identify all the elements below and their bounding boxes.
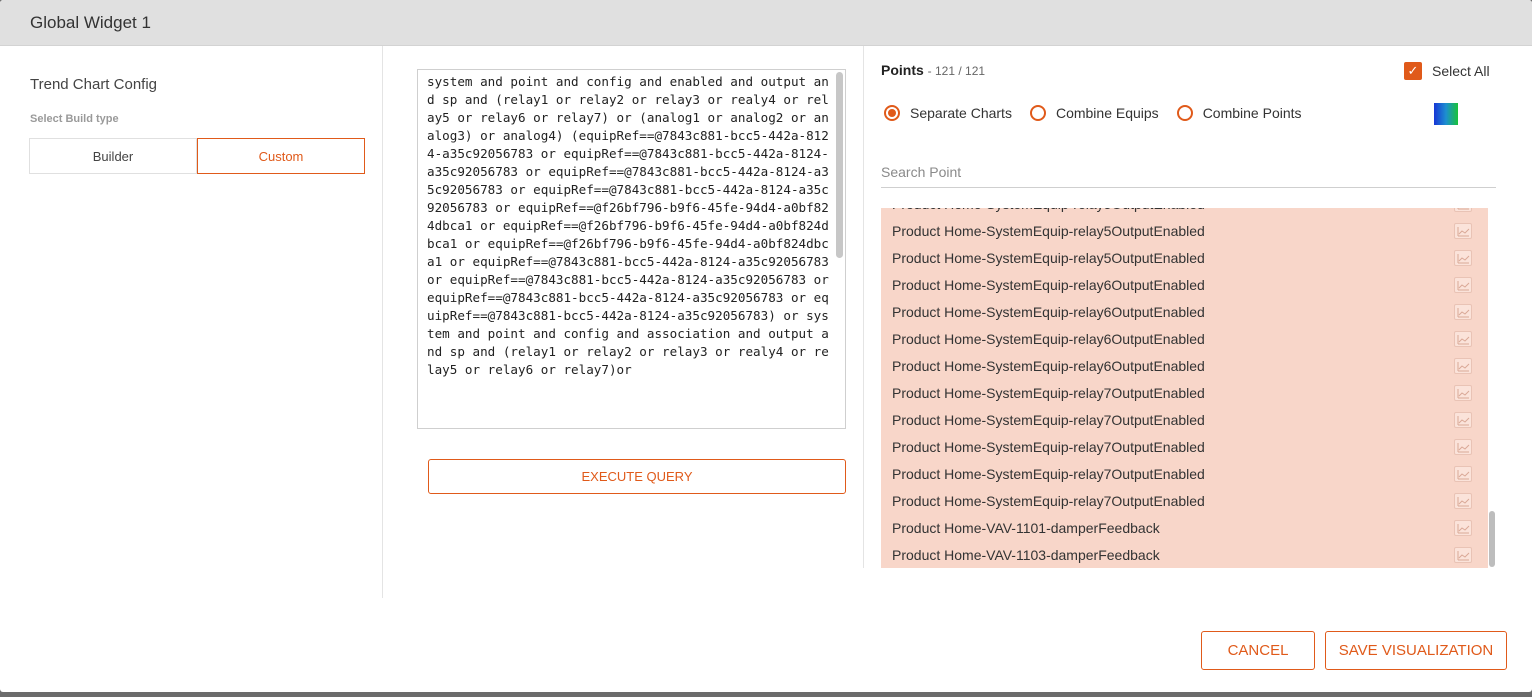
point-list-item[interactable]: Product Home-SystemEquip-relay6OutputEna… [881, 352, 1488, 379]
radio-label: Combine Equips [1055, 105, 1159, 121]
point-list-item[interactable]: Product Home-SystemEquip-relay7OutputEna… [881, 433, 1488, 460]
select-all-label: Select All [1432, 63, 1490, 79]
trend-chart-icon[interactable] [1454, 439, 1472, 455]
points-list: Product Home-SystemEquip-relay5OutputEna… [881, 208, 1488, 568]
trend-chart-icon[interactable] [1454, 277, 1472, 293]
radio-selected-icon [884, 105, 900, 121]
query-scrollbar[interactable] [836, 72, 843, 258]
point-label: Product Home-SystemEquip-relay6OutputEna… [892, 330, 1205, 347]
point-list-item[interactable]: Product Home-SystemEquip-relay6OutputEna… [881, 298, 1488, 325]
custom-button[interactable]: Custom [197, 138, 365, 174]
trend-chart-icon[interactable] [1454, 331, 1472, 347]
scrollbar-thumb[interactable] [1489, 511, 1495, 567]
radio-separate-charts[interactable]: Separate Charts [884, 105, 1012, 121]
save-visualization-button[interactable]: SAVE VISUALIZATION [1325, 631, 1507, 670]
builder-button[interactable]: Builder [29, 138, 197, 174]
point-list-item[interactable]: Product Home-SystemEquip-relay7OutputEna… [881, 406, 1488, 433]
point-label: Product Home-VAV-1101-damperFeedback [892, 519, 1160, 536]
radio-unselected-icon [1176, 105, 1193, 121]
trend-chart-icon[interactable] [1454, 412, 1472, 428]
section-title: Trend Chart Config [30, 76, 158, 93]
point-label: Product Home-SystemEquip-relay7OutputEna… [892, 411, 1205, 428]
radio-unselected-icon [1029, 105, 1046, 121]
radio-label: Combine Points [1202, 105, 1302, 121]
point-list-item[interactable]: Product Home-VAV-1103-damperFeedback [881, 541, 1488, 568]
trend-chart-icon[interactable] [1454, 385, 1472, 401]
select-all-checkbox[interactable]: ✓ Select All [1404, 62, 1490, 80]
point-label: Product Home-SystemEquip-relay6OutputEna… [892, 276, 1205, 293]
trend-chart-icon[interactable] [1454, 493, 1472, 509]
color-palette-swatch[interactable] [1434, 103, 1458, 125]
checkmark-icon: ✓ [1404, 62, 1422, 80]
point-label: Product Home-SystemEquip-relay6OutputEna… [892, 357, 1205, 374]
points-list-scrollbar[interactable] [1488, 208, 1496, 568]
chart-mode-radio-group: Separate Charts Combine Equips Combine P… [884, 105, 1320, 121]
trend-chart-icon[interactable] [1454, 520, 1472, 536]
trend-chart-icon[interactable] [1454, 304, 1472, 320]
execute-query-button[interactable]: EXECUTE QUERY [428, 459, 846, 494]
point-list-item[interactable]: Product Home-SystemEquip-relay6OutputEna… [881, 325, 1488, 352]
trend-chart-icon[interactable] [1454, 208, 1472, 212]
query-text: system and point and config and enabled … [427, 74, 837, 377]
search-point-field [881, 158, 1496, 188]
trend-chart-icon[interactable] [1454, 358, 1472, 374]
point-list-item[interactable]: Product Home-SystemEquip-relay5OutputEna… [881, 244, 1488, 271]
global-widget-modal: Global Widget 1 Trend Chart Config Selec… [0, 0, 1532, 692]
point-label: Product Home-SystemEquip-relay5OutputEna… [892, 249, 1205, 266]
points-count: - 121 / 121 [927, 64, 986, 78]
trend-chart-icon[interactable] [1454, 466, 1472, 482]
point-list-item[interactable]: Product Home-SystemEquip-relay7OutputEna… [881, 379, 1488, 406]
point-list-item[interactable]: Product Home-SystemEquip-relay7OutputEna… [881, 460, 1488, 487]
cancel-button[interactable]: CANCEL [1201, 631, 1315, 670]
point-label: Product Home-SystemEquip-relay7OutputEna… [892, 492, 1205, 509]
points-panel: Points - 121 / 121 ✓ Select All Separate… [864, 46, 1532, 606]
point-list-item[interactable]: Product Home-SystemEquip-relay5OutputEna… [881, 217, 1488, 244]
point-label: Product Home-SystemEquip-relay5OutputEna… [892, 222, 1205, 239]
trend-chart-icon[interactable] [1454, 250, 1472, 266]
modal-header: Global Widget 1 [0, 0, 1532, 46]
query-panel: system and point and config and enabled … [383, 46, 864, 568]
point-label: Product Home-VAV-1103-damperFeedback [892, 546, 1160, 563]
search-point-input[interactable] [881, 158, 1496, 186]
query-textarea[interactable]: system and point and config and enabled … [417, 69, 846, 429]
point-list-item[interactable]: Product Home-VAV-1101-damperFeedback [881, 514, 1488, 541]
trend-chart-icon[interactable] [1454, 547, 1472, 563]
build-type-label: Select Build type [30, 113, 119, 125]
radio-combine-equips[interactable]: Combine Equips [1029, 105, 1159, 121]
point-label: Product Home-SystemEquip-relay6OutputEna… [892, 303, 1205, 320]
modal-title: Global Widget 1 [30, 12, 151, 32]
point-label: Product Home-SystemEquip-relay7OutputEna… [892, 438, 1205, 455]
radio-label: Separate Charts [910, 105, 1012, 121]
trend-chart-icon[interactable] [1454, 223, 1472, 239]
point-label: Product Home-SystemEquip-relay7OutputEna… [892, 465, 1205, 482]
build-type-toggle: Builder Custom [29, 138, 365, 174]
point-list-item[interactable]: Product Home-SystemEquip-relay7OutputEna… [881, 487, 1488, 514]
point-list-item[interactable]: Product Home-SystemEquip-relay6OutputEna… [881, 271, 1488, 298]
points-label: Points [881, 62, 924, 78]
config-panel: Trend Chart Config Select Build type Bui… [0, 46, 383, 598]
point-list-item[interactable]: Product Home-SystemEquip-relay5OutputEna… [881, 208, 1488, 217]
radio-combine-points[interactable]: Combine Points [1176, 105, 1302, 121]
points-title: Points - 121 / 121 [881, 62, 985, 78]
point-label: Product Home-SystemEquip-relay7OutputEna… [892, 384, 1205, 401]
point-label: Product Home-SystemEquip-relay5OutputEna… [892, 208, 1205, 212]
